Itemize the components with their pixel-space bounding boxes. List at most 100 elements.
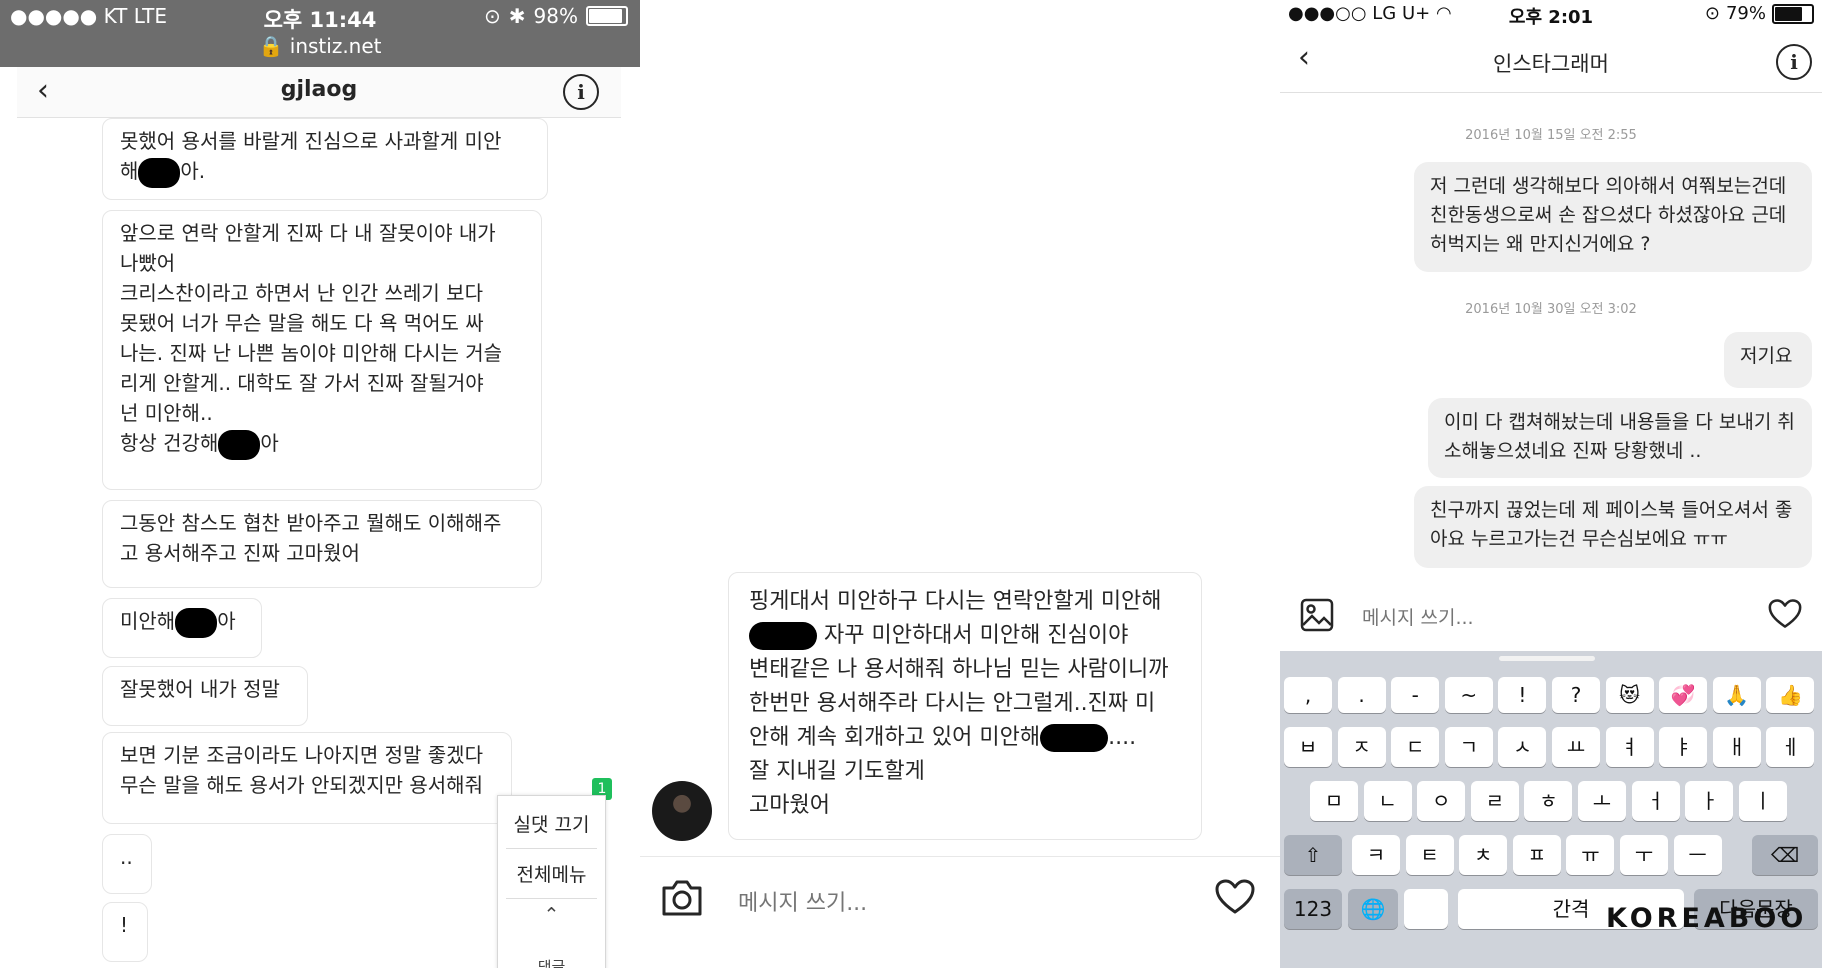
key-letter[interactable]: ㅌ bbox=[1405, 835, 1454, 875]
message-line: 한번만 용서해주라 다시는 안그럴게..진짜 미 bbox=[749, 691, 1156, 716]
key-symbol[interactable]: . bbox=[1337, 677, 1386, 713]
message-line: 고마웠어 bbox=[749, 793, 830, 818]
panel-right-chat: ●●●○○ LG U+ ◠ 오후 2:01 ⊙ 79% ‹ 인스타그래머 i 2… bbox=[1280, 0, 1822, 968]
message-line: 크리스찬이라고 하면서 난 인간 쓰레기 보다 bbox=[120, 281, 483, 305]
redaction-blot bbox=[175, 607, 218, 638]
message-line: 리게 안할게.. 대학도 잘 가서 진짜 잘될거야 bbox=[120, 371, 484, 395]
heart-icon[interactable] bbox=[1214, 878, 1256, 920]
message-line: 저 그런데 생각해보다 의아해서 여쭤보는건데 bbox=[1430, 175, 1787, 197]
redaction-blot bbox=[138, 157, 181, 188]
message-bubble: 앞으로 연락 안할게 진짜 다 내 잘못이야 내가 나빴어 크리스찬이라고 하면서 … bbox=[102, 210, 542, 490]
globe-key[interactable]: 🌐 bbox=[1348, 889, 1398, 929]
message-line: 잘 지내길 기도할게 bbox=[749, 759, 925, 784]
message-bubble: ! bbox=[102, 902, 148, 962]
message-input[interactable] bbox=[736, 882, 1160, 924]
key-letter[interactable]: ㄱ bbox=[1444, 727, 1493, 767]
message-bubble: 핑게대서 미안하구 다시는 연락안할게 미안해 자꾸 미안하대서 미안해 진심이… bbox=[728, 572, 1202, 840]
message-line: 저기요 bbox=[1740, 345, 1793, 367]
bluetooth-icon: ✱ bbox=[508, 4, 526, 28]
message-line: 해 아. bbox=[120, 156, 530, 188]
menu-divider bbox=[506, 848, 597, 849]
image-icon[interactable] bbox=[1300, 598, 1334, 636]
message-line: 이미 다 캡쳐해놨는데 내용들을 다 보내기 취 bbox=[1444, 411, 1795, 433]
key-letter[interactable]: ㅕ bbox=[1605, 727, 1654, 767]
keyboard-handle[interactable] bbox=[1499, 656, 1595, 661]
message-line: 보면 기분 조금이라도 나아지면 정말 좋겠다 bbox=[120, 743, 483, 767]
key-letter[interactable]: ㅂ bbox=[1284, 727, 1332, 767]
key-letter[interactable]: ㅐ bbox=[1712, 727, 1761, 767]
message-line: 허벅지는 왜 만지신거에요 ? bbox=[1430, 233, 1651, 255]
redaction-blot bbox=[218, 429, 261, 460]
key-letter[interactable]: ㅊ bbox=[1459, 835, 1508, 875]
backspace-key[interactable]: ⌫ bbox=[1752, 835, 1818, 875]
info-icon[interactable]: i bbox=[1776, 44, 1812, 80]
message-line: 안해 계속 회개하고 있어 미안해.... bbox=[749, 724, 1137, 752]
message-bubble: .. bbox=[102, 834, 152, 894]
cursor-key[interactable] bbox=[1404, 889, 1448, 929]
key-symbol[interactable]: 🙏 bbox=[1712, 677, 1761, 713]
key-letter[interactable]: ㅋ bbox=[1352, 835, 1400, 875]
key-letter[interactable]: ㅡ bbox=[1673, 835, 1722, 875]
key-letter[interactable]: ㅎ bbox=[1524, 781, 1573, 821]
full-menu-button[interactable]: 전체메뉴 bbox=[498, 860, 605, 887]
key-symbol[interactable]: 😻 bbox=[1605, 677, 1654, 713]
panel-left-chat: ●●●●● KT LTE 오후 11:44 ⊙ ✱ 98% 🔒 instiz.n… bbox=[0, 0, 640, 968]
url-bar[interactable]: 🔒 instiz.net bbox=[0, 34, 640, 58]
message-line: 핑게대서 미안하구 다시는 연락안할게 미안해 bbox=[749, 589, 1162, 614]
chat-header: ‹ 인스타그래머 i bbox=[1280, 30, 1822, 93]
key-letter[interactable]: ㄴ bbox=[1363, 781, 1412, 821]
battery-percent: 79% bbox=[1725, 3, 1766, 24]
lock-icon: 🔒 bbox=[258, 34, 284, 58]
key-letter[interactable]: ㅈ bbox=[1337, 727, 1386, 767]
key-symbol[interactable]: ? bbox=[1552, 677, 1600, 713]
chevron-up-icon[interactable]: ⌃ bbox=[498, 904, 605, 926]
floating-menu: 실댓 끄기 전체메뉴 ⌃ 댓글 bbox=[497, 795, 606, 968]
key-symbol[interactable]: 👍 bbox=[1766, 677, 1815, 713]
key-letter[interactable]: ㅑ bbox=[1659, 727, 1708, 767]
key-symbol[interactable]: 💞 bbox=[1659, 677, 1708, 713]
battery-percent: 98% bbox=[533, 4, 578, 28]
message-line: 그동안 참스도 협찬 받아주고 뭘해도 이해해주 bbox=[120, 511, 502, 535]
shift-key[interactable]: ⇧ bbox=[1284, 835, 1342, 875]
key-letter[interactable]: ㅗ bbox=[1578, 781, 1626, 821]
chat-title: 인스타그래머 bbox=[1493, 52, 1609, 76]
message-line: 항상 건강해 아 bbox=[120, 428, 524, 460]
live-comment-off-button[interactable]: 실댓 끄기 bbox=[498, 810, 605, 837]
numbers-key[interactable]: 123 bbox=[1284, 889, 1342, 929]
message-bubble: 미안해 아 bbox=[102, 598, 262, 658]
key-letter[interactable]: ㅛ bbox=[1552, 727, 1600, 767]
status-bar: ●●●○○ LG U+ ◠ 오후 2:01 ⊙ 79% bbox=[1280, 0, 1822, 30]
key-letter[interactable]: ㅓ bbox=[1631, 781, 1680, 821]
camera-icon[interactable] bbox=[660, 878, 704, 922]
watermark: KOREABOO bbox=[1606, 903, 1808, 934]
key-letter[interactable]: ㅏ bbox=[1685, 781, 1734, 821]
message-line: 무슨 말을 해도 용서가 안되겠지만 용서해줘 bbox=[120, 773, 483, 797]
redaction-blot bbox=[749, 622, 817, 650]
message-input[interactable] bbox=[1360, 600, 1724, 636]
chat-title: gjlaog bbox=[280, 77, 358, 102]
key-letter[interactable]: ㄹ bbox=[1470, 781, 1519, 821]
key-symbol[interactable]: ~ bbox=[1444, 677, 1493, 713]
key-letter[interactable]: ㅁ bbox=[1310, 781, 1358, 821]
key-letter[interactable]: ㅠ bbox=[1566, 835, 1615, 875]
status-right: ⊙ ✱ 98% bbox=[484, 4, 628, 28]
key-letter[interactable]: ㄷ bbox=[1391, 727, 1440, 767]
key-symbol[interactable]: - bbox=[1391, 677, 1440, 713]
key-letter[interactable]: ㅅ bbox=[1498, 727, 1547, 767]
key-letter[interactable]: ㅇ bbox=[1417, 781, 1466, 821]
message-line: 친한동생으로써 손 잡으셨다 하셨잖아요 근데 bbox=[1430, 204, 1787, 226]
key-letter[interactable]: ㅍ bbox=[1512, 835, 1561, 875]
key-letter[interactable]: ㅣ bbox=[1738, 781, 1787, 821]
key-letter[interactable]: ㅔ bbox=[1766, 727, 1815, 767]
message-line: 자꾸 미안하대서 미안해 진심이야 bbox=[749, 619, 1181, 653]
comments-button[interactable]: 댓글 bbox=[498, 956, 605, 968]
key-letter[interactable]: ㅜ bbox=[1620, 835, 1668, 875]
key-symbol[interactable]: ! bbox=[1498, 677, 1547, 713]
key-symbol[interactable]: , bbox=[1284, 677, 1332, 713]
message-line: .. bbox=[120, 845, 133, 869]
info-icon[interactable]: i bbox=[563, 74, 599, 110]
message-line: 나는. 진짜 난 나쁜 놈이야 미안해 다시는 거슬 bbox=[120, 341, 503, 365]
rotation-lock-icon: ⊙ bbox=[1704, 3, 1720, 24]
heart-icon[interactable] bbox=[1767, 598, 1803, 634]
message-bubble: 친구까지 끊었는데 제 페이스북 들어오셔서 좋 아요 누르고가는건 무슨심보에요… bbox=[1414, 486, 1812, 568]
